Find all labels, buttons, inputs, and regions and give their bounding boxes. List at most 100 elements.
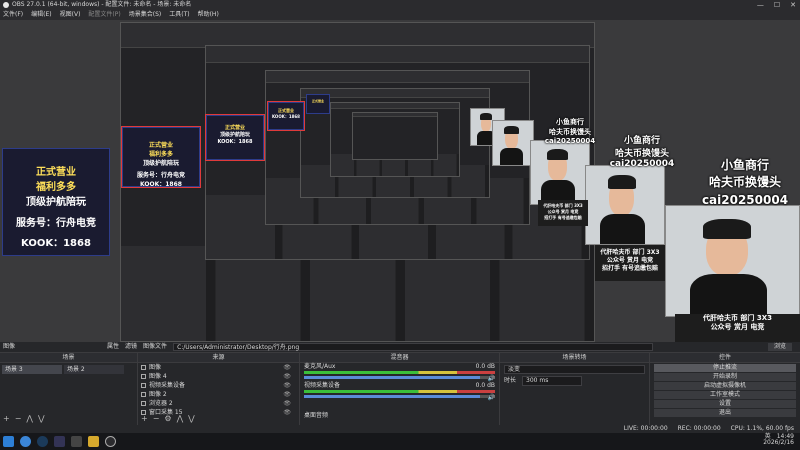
video-channel-db: 0.0 dB <box>475 382 495 389</box>
promo-card-4: 正式营业 <box>306 94 330 114</box>
card2-line5: KOOK：1868 <box>217 139 253 145</box>
menu-tools[interactable]: 工具(T) <box>169 12 189 18</box>
remove-source-icon[interactable]: − <box>153 414 160 423</box>
scene-item-2[interactable]: 场景 2 <box>64 365 124 374</box>
eye-icon[interactable]: 👁 <box>283 400 291 407</box>
obs-taskbar-icon[interactable] <box>105 436 116 447</box>
mic-volume-fill <box>304 376 480 379</box>
menu-help[interactable]: 帮助(H) <box>198 12 219 18</box>
card2-line1: 正式营业 <box>224 125 245 131</box>
maximize-icon[interactable]: ☐ <box>774 1 780 9</box>
eye-icon[interactable]: 👁 <box>283 391 291 398</box>
mixer-title: 混音器 <box>300 353 499 363</box>
move-up-icon[interactable]: ⋀ <box>26 414 33 423</box>
source-label: 视频采集设备 <box>149 381 186 389</box>
controls-title: 控件 <box>650 353 800 363</box>
add-scene-icon[interactable]: + <box>3 414 10 423</box>
clock-date: 2026/2/16 <box>763 439 794 446</box>
promo-card-3[interactable]: 正式营业 KOOK：1868 <box>267 101 305 131</box>
card-line3: 顶级护航陪玩 <box>26 197 86 208</box>
promo-text-small: 小鱼商行 哈夫币换馒头 cai20250004 <box>540 117 600 145</box>
filters-button[interactable]: 滤镜 <box>125 344 137 350</box>
remove-scene-icon[interactable]: − <box>15 414 22 423</box>
app-icon[interactable] <box>71 436 82 447</box>
menu-file[interactable]: 文件(F) <box>3 12 23 18</box>
steam-icon[interactable] <box>37 436 48 447</box>
windows-start-icon[interactable] <box>3 436 14 447</box>
card-sel-line1: 正式营业 <box>148 142 173 149</box>
source-item[interactable]: 浏览器 2 👁 <box>138 399 299 408</box>
menu-scene-collection[interactable]: 场景集合(S) <box>129 12 162 18</box>
settings-button[interactable]: 设置 <box>654 400 796 408</box>
source-item[interactable]: 图像 2 👁 <box>138 390 299 399</box>
eye-icon[interactable]: 👁 <box>283 382 291 389</box>
menu-view[interactable]: 视图(V) <box>60 12 81 18</box>
studio-mode-button[interactable]: 工作室模式 <box>654 391 796 399</box>
camera-source-icon <box>141 383 146 388</box>
image-source-icon <box>141 374 146 379</box>
image-path-field[interactable]: C:/Users/Administrator/Desktop/行舟.png <box>173 343 654 351</box>
eye-icon[interactable]: 👁 <box>283 373 291 380</box>
speaker-icon[interactable]: 🔊 <box>488 394 495 401</box>
start-recording-button[interactable]: 开始录制 <box>654 373 796 381</box>
preview-canvas[interactable]: 正式营业 福利多多 顶级护航陪玩 服务号：行舟电竞 KOOK：1868 正式营业… <box>0 20 800 342</box>
mic-level-meter <box>304 371 495 374</box>
window-controls: — ☐ ✕ <box>757 1 796 9</box>
exit-button[interactable]: 退出 <box>654 409 796 417</box>
gear-icon[interactable]: ⚙ <box>164 414 171 423</box>
move-up-icon[interactable]: ⋀ <box>177 414 184 423</box>
source-item[interactable]: 视频采集设备 👁 <box>138 381 299 390</box>
image-source-icon <box>141 392 146 397</box>
mic-channel-name: 麦克风/Aux <box>304 363 336 370</box>
game-launcher-icon[interactable] <box>54 436 65 447</box>
system-clock[interactable]: 英 14:49 2026/2/16 <box>763 434 794 446</box>
banner-small: 代肝哈夫币 部门 3X3 公众号 赏月 电竞 招打手 有号追缴包赔 <box>538 200 588 226</box>
controls-dock: 控件 停止推流 开始录制 启动虚拟摄像机 工作室模式 设置 退出 <box>650 353 800 425</box>
mic-channel-db: 0.0 dB <box>475 363 495 370</box>
card3-line5: KOOK：1868 <box>272 114 300 119</box>
source-item[interactable]: 图像 4 👁 <box>138 372 299 381</box>
promo-large-line3: cai20250004 <box>701 192 789 207</box>
minimize-icon[interactable]: — <box>757 1 764 9</box>
transition-select[interactable]: 淡变 <box>504 365 645 374</box>
live-status: LIVE: 00:00:00 <box>623 425 668 432</box>
duration-input[interactable]: 300 ms <box>522 376 583 386</box>
app-icon-yellow[interactable] <box>88 436 99 447</box>
eye-icon[interactable]: 👁 <box>283 364 291 371</box>
status-bar: LIVE: 00:00:00 REC: 00:00:00 CPU: 1.1%, … <box>0 425 800 433</box>
stop-streaming-button[interactable]: 停止推流 <box>654 364 796 372</box>
webcam-feed-2 <box>585 165 665 245</box>
speaker-icon[interactable]: 🔊 <box>488 375 495 382</box>
card-sel-line5: KOOK：1868 <box>140 181 182 188</box>
banner-large: 代肝哈夫币 部门 3X3 公众号 赏月 电竞 <box>675 314 800 342</box>
card-line1: 正式营业 <box>36 167 76 178</box>
mic-volume-slider[interactable] <box>304 376 495 379</box>
promo-text-mid: 小鱼商行 哈夫币换馒头 cai20250004 <box>602 133 682 169</box>
virtual-camera-button[interactable]: 启动虚拟摄像机 <box>654 382 796 390</box>
sources-title: 来源 <box>138 353 299 363</box>
mixer-channel-mic: 麦克风/Aux 0.0 dB 🔊 <box>300 363 499 382</box>
browser-icon[interactable] <box>20 436 31 447</box>
sources-footer: + − ⚙ ⋀ ⋁ <box>141 414 195 423</box>
close-icon[interactable]: ✕ <box>790 1 796 9</box>
scenes-dock: 场景 场景 3 场景 2 + − ⋀ ⋁ <box>0 353 138 425</box>
promo-card-main: 正式营业 福利多多 顶级护航陪玩 服务号：行舟电竞 KOOK：1868 <box>2 148 110 256</box>
source-item[interactable]: 图像 👁 <box>138 363 299 372</box>
menu-profile[interactable]: 配置文件(P) <box>88 12 120 18</box>
properties-button[interactable]: 属性 <box>107 344 119 350</box>
duration-label: 时长 <box>504 377 517 384</box>
eye-icon[interactable]: 👁 <box>283 409 291 416</box>
video-volume-slider[interactable] <box>304 395 495 398</box>
move-down-icon[interactable]: ⋁ <box>38 414 45 423</box>
promo-card-selected[interactable]: 正式营业 福利多多 顶级护航陪玩 服务号：行舟电竞 KOOK：1868 <box>121 126 201 188</box>
scene-item-1[interactable]: 场景 3 <box>2 365 62 374</box>
menu-edit[interactable]: 编辑(E) <box>31 12 51 18</box>
card-line4: 服务号：行舟电竞 <box>16 218 96 229</box>
browse-button[interactable]: 浏览 <box>767 343 792 351</box>
add-source-icon[interactable]: + <box>141 414 148 423</box>
card-sel-line3: 顶级护航陪玩 <box>142 160 179 167</box>
promo-small-line3: cai20250004 <box>544 137 596 145</box>
move-down-icon[interactable]: ⋁ <box>188 414 195 423</box>
promo-card-2[interactable]: 正式营业 顶级护航陪玩 KOOK：1868 <box>205 114 265 161</box>
sources-dock: 来源 图像 👁 图像 4 👁 视频采集设备 👁 图像 2 👁 浏览器 2 👁 窗口采集 1… <box>138 353 300 425</box>
